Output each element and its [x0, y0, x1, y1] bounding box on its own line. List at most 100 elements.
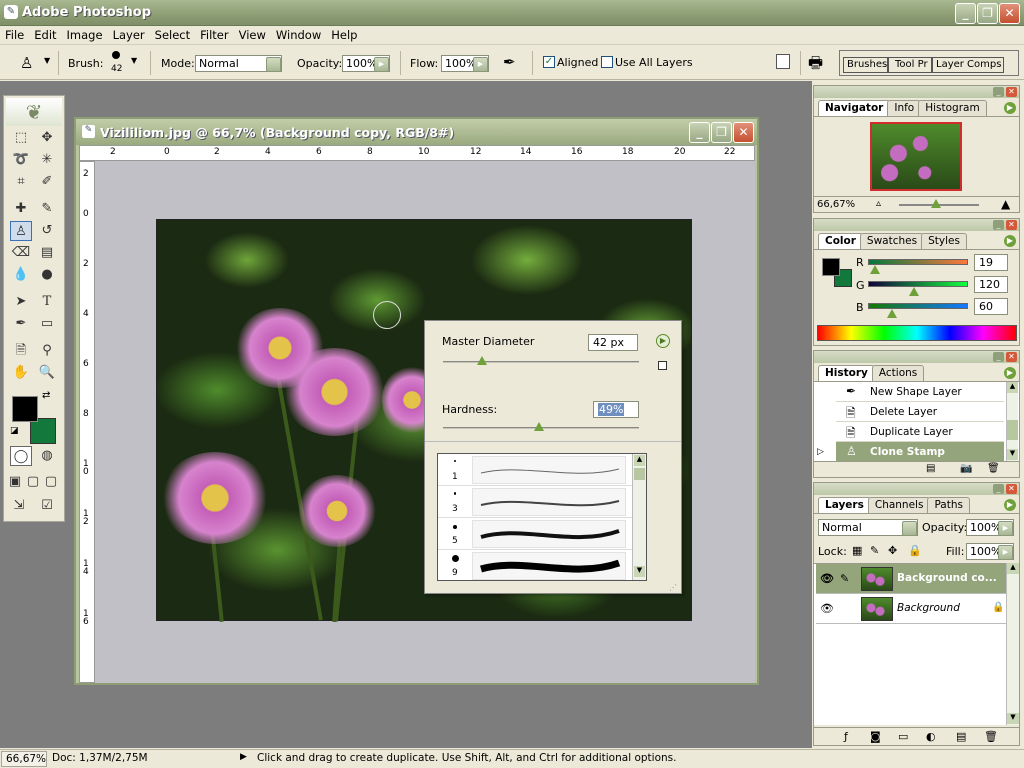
- full-screen-icon[interactable]: ▢: [42, 472, 60, 492]
- lock-image-icon[interactable]: ✎: [870, 544, 879, 557]
- flow-field[interactable]: 100% ▶: [441, 55, 489, 72]
- navigator-thumbnail[interactable]: [870, 122, 962, 191]
- reset-size-icon[interactable]: [658, 361, 667, 370]
- scroll-down-icon[interactable]: ▼: [634, 566, 645, 577]
- type-tool-icon[interactable]: T: [36, 292, 58, 312]
- layers-scrollbar[interactable]: ▲ ▼: [1006, 563, 1019, 725]
- new-document-from-state-icon[interactable]: ▤: [926, 463, 935, 474]
- tab-swatches[interactable]: Swatches: [859, 233, 925, 249]
- layer-mask-icon[interactable]: ◙: [870, 730, 881, 743]
- brush-picker-chevron-icon[interactable]: ▼: [131, 56, 137, 65]
- red-slider-thumb[interactable]: [870, 265, 880, 274]
- airbrush-icon[interactable]: ✒: [503, 53, 516, 71]
- brush-tip-icon[interactable]: [112, 51, 120, 59]
- layer-row[interactable]: 👁 Background 🔒: [816, 594, 1006, 624]
- history-brush-tool-icon[interactable]: ↺: [36, 221, 58, 241]
- tab-history[interactable]: History: [818, 365, 875, 381]
- red-value-field[interactable]: 19: [974, 254, 1008, 271]
- zoom-slider-thumb[interactable]: [931, 199, 941, 208]
- hardness-slider-thumb[interactable]: [534, 422, 545, 431]
- move-tool-icon[interactable]: ✥: [36, 128, 58, 148]
- lock-position-icon[interactable]: ✥: [888, 544, 897, 557]
- use-all-layers-checkbox[interactable]: [601, 56, 613, 68]
- tab-histogram[interactable]: Histogram: [918, 100, 987, 116]
- file-browser-icon[interactable]: 🖶: [808, 52, 823, 79]
- gradient-tool-icon[interactable]: ▤: [36, 243, 58, 263]
- layer-row-active[interactable]: 👁 ✎ Background co...: [816, 564, 1006, 594]
- panel-menu-icon[interactable]: ▶: [1004, 367, 1016, 379]
- jump-to-imageready-icon[interactable]: ⇲: [8, 496, 30, 516]
- tool-preset-chevron-icon[interactable]: ▼: [44, 56, 50, 65]
- brush-preset-list[interactable]: 1 3 5 9 ▲ ▼: [437, 453, 647, 581]
- tab-paths[interactable]: Paths: [927, 497, 970, 513]
- panel-menu-icon[interactable]: ▶: [1004, 102, 1016, 114]
- blur-tool-icon[interactable]: 💧: [10, 265, 32, 285]
- panel-close-icon[interactable]: ✕: [1006, 352, 1017, 362]
- red-slider[interactable]: [868, 259, 968, 265]
- hardness-field[interactable]: 49%: [593, 401, 639, 418]
- tab-navigator[interactable]: Navigator: [818, 100, 891, 116]
- minimize-button[interactable]: _: [955, 3, 976, 24]
- color-ramp[interactable]: [817, 325, 1017, 341]
- brush-preset[interactable]: 9: [438, 550, 632, 580]
- status-menu-icon[interactable]: ▶: [240, 752, 247, 762]
- scroll-up-icon[interactable]: ▲: [1007, 563, 1019, 574]
- menu-view[interactable]: View: [234, 26, 271, 44]
- delete-layer-icon[interactable]: 🗑: [984, 730, 998, 743]
- close-button[interactable]: ✕: [999, 3, 1020, 24]
- eraser-tool-icon[interactable]: ⌫: [10, 243, 32, 263]
- zoom-in-icon[interactable]: ▲: [1001, 197, 1010, 211]
- tab-styles[interactable]: Styles: [921, 233, 967, 249]
- adjustment-layer-icon[interactable]: ◐: [926, 730, 936, 743]
- swap-colors-icon[interactable]: ⇄: [42, 390, 50, 401]
- dodge-tool-icon[interactable]: ●: [36, 265, 58, 285]
- master-diameter-slider[interactable]: [443, 361, 639, 363]
- eye-icon[interactable]: 👁: [820, 602, 834, 615]
- green-value-field[interactable]: 120: [974, 276, 1008, 293]
- blend-mode-select[interactable]: Normal: [818, 519, 918, 536]
- scroll-thumb[interactable]: [1007, 420, 1018, 440]
- history-state[interactable]: 🗎 Delete Layer: [836, 402, 1004, 422]
- navigator-zoom-value[interactable]: 66,67%: [817, 199, 855, 210]
- tab-color[interactable]: Color: [818, 233, 863, 249]
- brush-preset[interactable]: 5: [438, 518, 632, 550]
- menu-filter[interactable]: Filter: [195, 26, 233, 44]
- history-state[interactable]: ✒ New Shape Layer: [836, 382, 1004, 402]
- opacity-field[interactable]: 100% ▶: [342, 55, 390, 72]
- slice-tool-icon[interactable]: ✐: [36, 172, 58, 192]
- panel-menu-icon[interactable]: ▶: [1004, 499, 1016, 511]
- full-screen-menu-icon[interactable]: ▢: [24, 472, 42, 492]
- layer-opacity-field[interactable]: 100% ▶: [966, 519, 1014, 536]
- shape-tool-icon[interactable]: ▭: [36, 314, 58, 334]
- standard-mode-icon[interactable]: ◯: [10, 446, 32, 466]
- menu-window[interactable]: Window: [271, 26, 326, 44]
- scroll-up-icon[interactable]: ▲: [1007, 382, 1018, 393]
- green-slider-thumb[interactable]: [909, 287, 919, 296]
- maximize-button[interactable]: ❐: [977, 3, 998, 24]
- new-snapshot-icon[interactable]: 📷: [960, 463, 972, 474]
- history-scrollbar[interactable]: ▲ ▼: [1006, 382, 1018, 461]
- history-state-current[interactable]: ♙ Clone Stamp: [836, 442, 1004, 462]
- brush-preset[interactable]: 3: [438, 486, 632, 518]
- notes-tool-icon[interactable]: 🗎: [10, 341, 32, 361]
- pen-tool-icon[interactable]: ✒: [10, 314, 32, 334]
- master-diameter-field[interactable]: 42 px: [588, 334, 638, 351]
- tab-channels[interactable]: Channels: [867, 497, 931, 513]
- scroll-down-icon[interactable]: ▼: [1007, 713, 1019, 724]
- menu-edit[interactable]: Edit: [29, 26, 61, 44]
- zoom-out-icon[interactable]: ▵: [876, 198, 881, 209]
- history-brush-source-icon[interactable]: ▷: [817, 447, 824, 457]
- marquee-tool-icon[interactable]: ⬚: [10, 128, 32, 148]
- document-titlebar[interactable]: ✎ Vizililiom.jpg @ 66,7% (Background cop…: [76, 119, 757, 145]
- tab-layers[interactable]: Layers: [818, 497, 871, 513]
- blue-slider[interactable]: [868, 303, 968, 309]
- quick-mask-mode-icon[interactable]: ◍: [36, 446, 58, 466]
- well-tab-brushes[interactable]: Brushes: [843, 57, 888, 73]
- menu-layer[interactable]: Layer: [108, 26, 150, 44]
- delete-state-icon[interactable]: 🗑: [987, 463, 1000, 474]
- well-tab-layer-comps[interactable]: Layer Comps: [932, 57, 1004, 73]
- panel-menu-icon[interactable]: ▶: [1004, 235, 1016, 247]
- imageready-check-icon[interactable]: ☑: [36, 496, 58, 516]
- menu-help[interactable]: Help: [326, 26, 362, 44]
- status-doc-size[interactable]: Doc: 1,37M/2,75M: [48, 751, 234, 767]
